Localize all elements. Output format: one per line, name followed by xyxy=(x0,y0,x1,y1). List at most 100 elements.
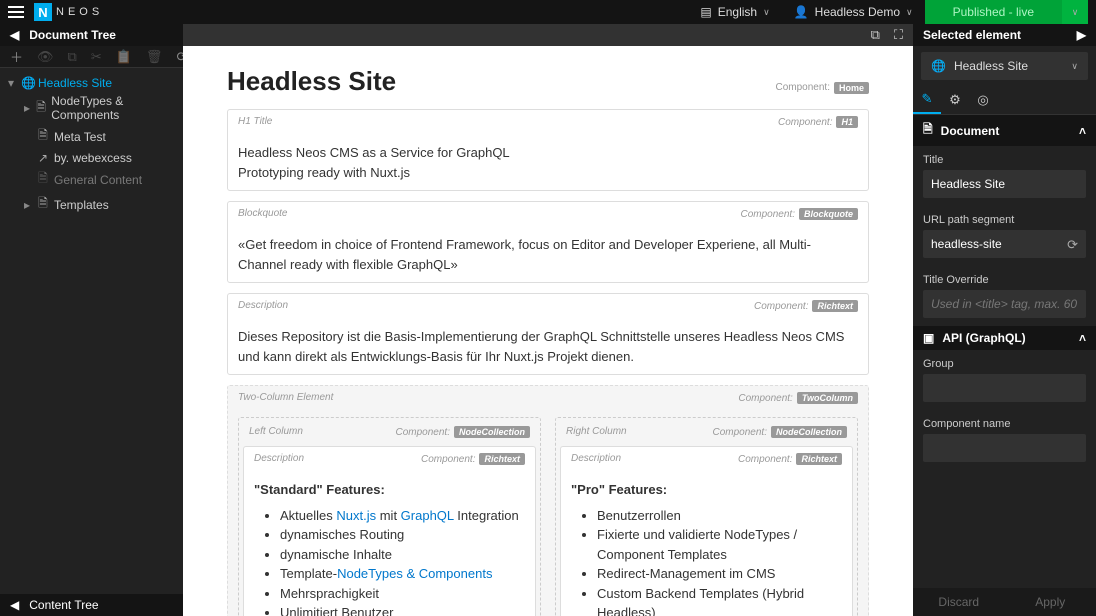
file-icon: 🗎 xyxy=(37,126,49,147)
file-icon: 🗎 xyxy=(37,194,49,215)
forward-icon[interactable]: ▶ xyxy=(1077,28,1086,42)
component-name-input[interactable] xyxy=(923,434,1086,462)
two-column-block[interactable]: Two-Column Element Component: TwoColumn … xyxy=(227,385,869,616)
page-title[interactable]: Headless Site xyxy=(227,66,776,97)
link[interactable]: GraphQL xyxy=(401,508,454,523)
group-input[interactable] xyxy=(923,374,1086,402)
share-icon: ↗ xyxy=(37,151,49,165)
delete-icon[interactable]: 🗑 xyxy=(146,49,163,65)
url-input[interactable] xyxy=(923,230,1086,258)
tree-label: General Content xyxy=(54,173,142,187)
tree-item[interactable]: ▸ 🗎 Templates xyxy=(20,192,179,217)
tab-settings[interactable]: ⚙ xyxy=(941,86,969,114)
content-tree-header[interactable]: ◀ Content Tree xyxy=(0,594,183,616)
block-content[interactable]: Dieses Repository ist die Basis-Implemen… xyxy=(228,319,868,374)
column-richtext[interactable]: Description Component: Richtext "Pro" Fe… xyxy=(560,446,853,616)
tree-item[interactable]: ▸🗎NodeTypes & Components xyxy=(20,92,179,124)
element-selector[interactable]: 🌐 Headless Site ∨ xyxy=(921,52,1088,80)
publish-button[interactable]: Published - live xyxy=(925,0,1062,24)
user-icon: 👤 xyxy=(794,5,809,19)
component-badge: H1 xyxy=(836,116,858,128)
link[interactable]: NodeTypes & Components xyxy=(337,566,492,581)
file-icon: 🗎 xyxy=(37,169,49,190)
chevron-up-icon: ˄ xyxy=(1079,124,1086,138)
right-panel: Selected element ▶ 🌐 Headless Site ∨ ✎ ⚙… xyxy=(913,24,1096,616)
file-icon: 🗎 xyxy=(36,98,46,119)
features-heading: "Pro" Features: xyxy=(571,480,842,500)
title-input[interactable] xyxy=(923,170,1086,198)
cut-icon[interactable]: ✂ xyxy=(91,49,102,65)
field-label-compname: Component name xyxy=(923,418,1086,430)
publish-dropdown[interactable]: ∨ xyxy=(1062,0,1088,24)
user-label: Headless Demo xyxy=(815,5,900,19)
globe-icon: 🌐 xyxy=(21,76,33,90)
caret-icon[interactable]: ▸ xyxy=(24,101,31,115)
logo-mark: N xyxy=(34,3,52,21)
add-icon[interactable]: ＋ xyxy=(10,47,23,66)
tree-label: Templates xyxy=(54,198,109,212)
description-block[interactable]: Description Component: Richtext Dieses R… xyxy=(227,293,869,375)
hide-icon[interactable]: 👁 xyxy=(37,49,54,65)
menu-icon[interactable] xyxy=(8,6,24,18)
tab-edit[interactable]: ✎ xyxy=(913,86,941,114)
document-tree-header: ◀ Document Tree xyxy=(0,24,183,46)
link[interactable]: Nuxt.js xyxy=(336,508,376,523)
right-column: Right Column Component: NodeCollection D… xyxy=(555,417,858,616)
component-badge: Home xyxy=(834,82,869,94)
tab-target[interactable]: ◎ xyxy=(969,86,997,114)
fullscreen-icon[interactable]: ⛶ xyxy=(894,27,903,43)
component-badge: TwoColumn xyxy=(797,392,858,404)
block-content[interactable]: "Pro" Features: Benutzerrollen Fixierte … xyxy=(561,472,852,616)
h1-block[interactable]: H1 Title Component: H1 Headless Neos CMS… xyxy=(227,109,869,191)
globe-icon: ▤ xyxy=(700,5,711,19)
globe-icon: 🌐 xyxy=(931,59,946,73)
tree-item[interactable]: ↗ by. webexcess xyxy=(20,149,179,167)
api-section-header[interactable]: ▣ API (GraphQL) ˄ xyxy=(913,326,1096,350)
topbar: N NEOS ▤ English ∨ 👤 Headless Demo ∨ Pub… xyxy=(0,0,1096,24)
back-icon[interactable]: ◀ xyxy=(10,28,19,42)
tree-item[interactable]: 🗎 General Content xyxy=(20,167,179,192)
chevron-down-icon: ∨ xyxy=(763,7,770,18)
apply-button[interactable]: Apply xyxy=(1005,588,1096,616)
inspector-footer: Discard Apply xyxy=(913,588,1096,616)
sync-icon[interactable]: ⟳ xyxy=(1067,237,1078,253)
panel-title: Document Tree xyxy=(29,28,116,42)
caret-icon[interactable]: ▾ xyxy=(8,76,16,90)
tree-toolbar: ＋ 👁 ⧉ ✂ 📋 🗑 ⟳ ⋮ xyxy=(0,46,183,68)
copy-icon[interactable]: ⧉ xyxy=(68,49,77,65)
tree-root[interactable]: ▾ 🌐 Headless Site xyxy=(4,74,179,92)
canvas-toolbar: ⧉ ⛶ xyxy=(183,24,913,46)
document-section-header[interactable]: 🗎 Document ˄ xyxy=(913,115,1096,146)
page-component-label: Component: Home xyxy=(776,82,870,94)
block-content[interactable]: «Get freedom in choice of Frontend Frame… xyxy=(228,227,868,282)
discard-button[interactable]: Discard xyxy=(913,588,1005,616)
block-content[interactable]: "Standard" Features: Aktuelles Nuxt.js m… xyxy=(244,472,535,616)
tree-label: by. webexcess xyxy=(54,151,132,165)
center-panel: ⧉ ⛶ Headless Site Component: Home H1 Tit… xyxy=(183,24,913,616)
back-icon: ◀ xyxy=(10,598,19,612)
caret-icon[interactable]: ▸ xyxy=(24,198,32,212)
file-icon: 🗎 xyxy=(923,120,933,141)
external-link-icon[interactable]: ⧉ xyxy=(871,27,880,43)
left-panel: ◀ Document Tree ＋ 👁 ⧉ ✂ 📋 🗑 ⟳ ⋮ ▾ 🌐 Head… xyxy=(0,24,183,616)
column-title: Left Column xyxy=(249,426,396,438)
title-override-input[interactable] xyxy=(923,290,1086,318)
blockquote-block[interactable]: Blockquote Component: Blockquote «Get fr… xyxy=(227,201,869,283)
field-label-title: Title xyxy=(923,154,1086,166)
chevron-down-icon: ∨ xyxy=(1072,7,1079,18)
user-menu[interactable]: 👤 Headless Demo ∨ xyxy=(782,0,925,24)
tree-item[interactable]: 🗎Meta Test xyxy=(20,124,179,149)
cube-icon: ▣ xyxy=(923,331,934,345)
column-richtext[interactable]: Description Component: Richtext "Standar… xyxy=(243,446,536,616)
document-tree: ▾ 🌐 Headless Site ▸🗎NodeTypes & Componen… xyxy=(0,68,183,223)
component-badge: Richtext xyxy=(479,453,525,465)
block-content[interactable]: Headless Neos CMS as a Service for Graph… xyxy=(228,135,868,190)
language-selector[interactable]: ▤ English ∨ xyxy=(688,0,781,24)
block-title: Blockquote xyxy=(238,208,741,220)
tree-label: Headless Site xyxy=(38,76,112,90)
block-title: H1 Title xyxy=(238,116,778,128)
field-label-override: Title Override xyxy=(923,274,1086,286)
inspector-header: Selected element ▶ xyxy=(913,24,1096,46)
content-canvas: Headless Site Component: Home H1 Title C… xyxy=(183,46,913,616)
paste-icon[interactable]: 📋 xyxy=(116,49,132,65)
